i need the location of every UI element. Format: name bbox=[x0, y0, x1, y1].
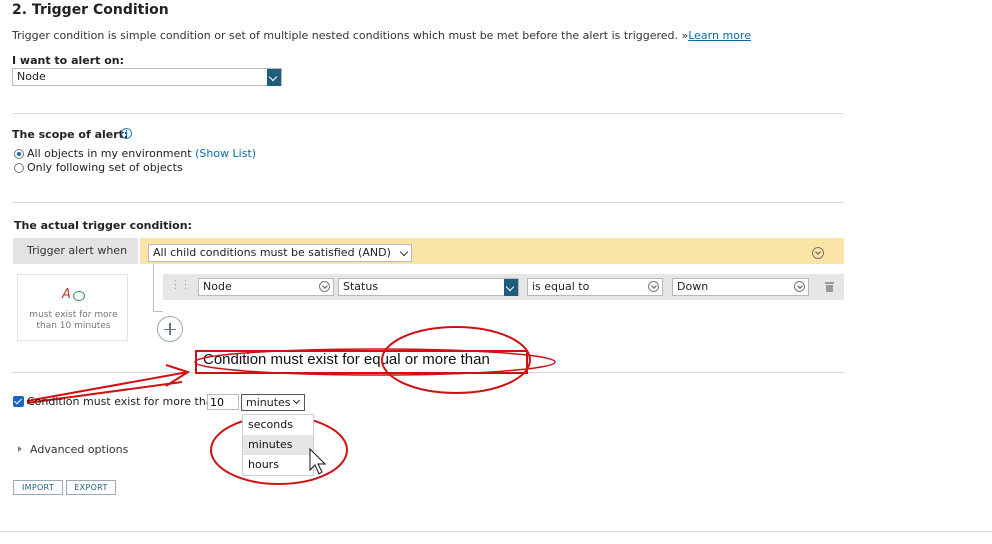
advanced-options-toggle[interactable]: Advanced options bbox=[30, 443, 128, 456]
bottom-divider bbox=[0, 531, 992, 532]
mouse-cursor-icon bbox=[309, 448, 327, 475]
chevron-down-icon bbox=[292, 396, 301, 405]
duration-value-input[interactable] bbox=[207, 394, 239, 410]
unit-option-minutes[interactable]: minutes bbox=[243, 435, 313, 455]
check-icon bbox=[14, 396, 22, 405]
duration-unit-value: minutes bbox=[246, 396, 291, 409]
annotation-ellipse bbox=[381, 326, 531, 394]
import-button[interactable]: IMPORT bbox=[13, 480, 63, 495]
export-button[interactable]: EXPORT bbox=[66, 480, 116, 495]
expand-arrow-icon[interactable] bbox=[18, 446, 22, 452]
duration-label: Condition must exist for more than bbox=[27, 395, 220, 408]
unit-option-seconds[interactable]: seconds bbox=[243, 415, 313, 435]
annotation-ellipse bbox=[194, 348, 556, 376]
duration-checkbox[interactable] bbox=[13, 396, 24, 407]
annotation-overlay bbox=[26, 326, 556, 485]
duration-unit-select[interactable]: minutes bbox=[241, 394, 305, 411]
unit-option-hours[interactable]: hours bbox=[243, 455, 313, 475]
unit-dropdown-list: seconds minutes hours bbox=[242, 414, 314, 476]
